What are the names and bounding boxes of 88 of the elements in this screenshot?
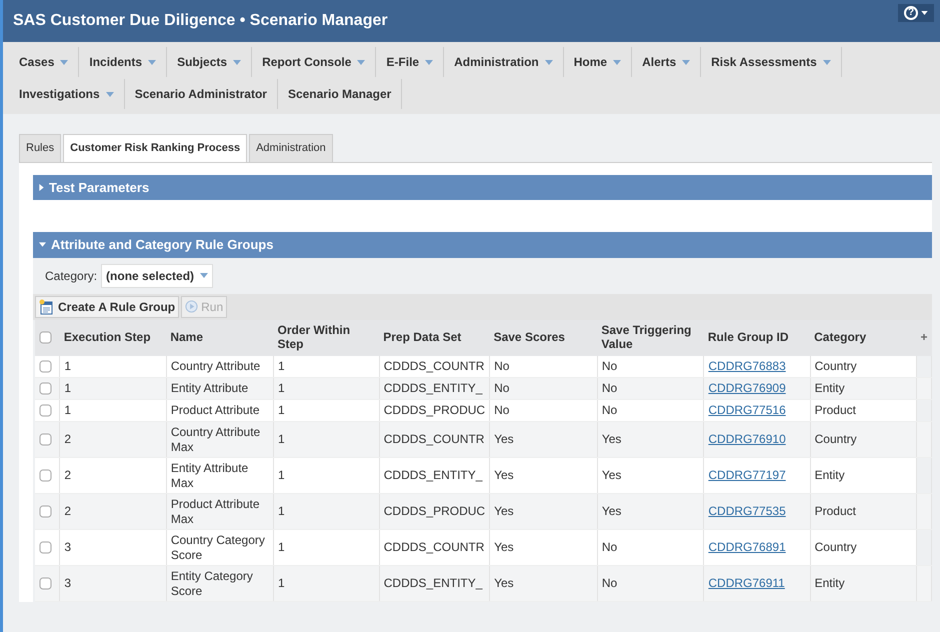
caret-icon: [233, 60, 242, 64]
table-cell: CDDDS_ENTITY_: [379, 378, 490, 400]
table-cell: Country Attribute Max: [166, 422, 274, 458]
new-document-icon: [39, 298, 55, 314]
table-cell: 2: [60, 494, 166, 530]
row-checkbox[interactable]: [39, 360, 52, 373]
table-cell: Entity Category Score: [166, 566, 274, 602]
caret-icon: [200, 273, 208, 278]
caret-icon: [425, 60, 434, 64]
column-header[interactable]: Name: [166, 320, 274, 356]
column-header[interactable]: Execution Step: [60, 320, 166, 356]
toolbar-button[interactable]: Create A Rule Group: [35, 296, 180, 318]
menu-item[interactable]: Scenario Manager: [278, 79, 402, 109]
table-cell: Yes: [490, 494, 598, 530]
column-header[interactable]: Rule Group ID: [704, 320, 810, 356]
rule-group-link[interactable]: CDDRG76891: [708, 540, 786, 554]
menu-item[interactable]: Scenario Administrator: [124, 79, 278, 109]
caret-icon: [682, 60, 690, 64]
rule-group-link[interactable]: CDDRG76883: [708, 359, 786, 374]
expanded-arrow-icon: [39, 242, 46, 248]
add-column-button[interactable]: +: [920, 330, 928, 344]
row-checkbox[interactable]: [39, 404, 52, 417]
window-title: SAS Customer Due Diligence • Scenario Manager: [13, 11, 388, 31]
menu-item[interactable]: Alerts: [632, 47, 702, 77]
row-checkbox[interactable]: [39, 469, 52, 482]
menu-item[interactable]: Incidents: [79, 47, 168, 77]
tab[interactable]: Rules: [19, 134, 62, 162]
caret-icon: [613, 60, 622, 64]
column-header[interactable]: Category: [810, 320, 916, 356]
caret-icon: [822, 60, 831, 64]
row-checkbox[interactable]: [39, 577, 52, 590]
table-cell: Country: [810, 422, 916, 458]
table-cell: No: [597, 378, 704, 400]
table-cell: CDDDS_ENTITY_: [379, 566, 490, 602]
table-cell: No: [597, 566, 704, 602]
play-icon: [185, 300, 198, 313]
table-cell: 1: [274, 566, 380, 602]
table-cell: CDDDS_PRODUC: [379, 494, 490, 530]
table-cell: 1: [274, 378, 380, 400]
table-cell: 1: [274, 494, 380, 530]
category-dropdown[interactable]: (none selected): [101, 264, 214, 288]
table-cell: Product Attribute Max: [166, 494, 274, 530]
select-all-checkbox[interactable]: [39, 331, 52, 344]
caret-icon: [921, 11, 928, 15]
caret-icon: [544, 60, 553, 64]
row-checkbox[interactable]: [39, 433, 52, 446]
menu-item[interactable]: Risk Assessments: [701, 47, 842, 77]
table-cell: Yes: [490, 566, 598, 602]
caret-icon: [60, 60, 68, 64]
menu-item[interactable]: Report Console: [252, 47, 376, 77]
rule-group-link[interactable]: CDDRG77516: [708, 403, 786, 418]
table-cell: Product: [810, 494, 916, 530]
help-menu-button[interactable]: ?: [898, 4, 934, 22]
table-cell: Entity: [810, 566, 916, 602]
table-cell: Yes: [597, 422, 704, 458]
table-cell: CDDDS_COUNTR: [379, 422, 490, 458]
table-cell: Entity Attribute: [166, 378, 274, 400]
panel-header[interactable]: Test Parameters: [33, 174, 932, 200]
menu-item[interactable]: Subjects: [167, 47, 252, 77]
menu-item[interactable]: Home: [564, 47, 632, 77]
column-header[interactable]: Order Within Step: [274, 320, 380, 356]
menu-item[interactable]: Administration: [444, 47, 564, 77]
tab[interactable]: Administration: [249, 134, 333, 162]
table-cell: 1: [274, 422, 380, 458]
collapsed-arrow-icon: [39, 184, 44, 191]
column-header[interactable]: Prep Data Set: [379, 320, 490, 356]
table-cell: No: [490, 378, 598, 400]
row-checkbox[interactable]: [39, 541, 52, 554]
row-checkbox[interactable]: [39, 505, 52, 518]
menu-item[interactable]: Cases: [9, 47, 80, 77]
table-cell: 3: [60, 566, 166, 602]
column-header[interactable]: Save Triggering Value: [597, 320, 704, 356]
table-cell: Entity: [810, 378, 916, 400]
menu-item[interactable]: E-File: [376, 47, 444, 77]
rule-group-link[interactable]: CDDRG77197: [708, 468, 786, 482]
caret-icon: [357, 60, 366, 64]
table-cell: 2: [60, 422, 166, 458]
column-header[interactable]: Save Scores: [490, 320, 598, 356]
row-checkbox[interactable]: [39, 382, 52, 395]
menu-item[interactable]: Investigations: [9, 79, 125, 109]
table-cell: Yes: [597, 494, 704, 530]
table-cell: 1: [60, 378, 166, 400]
caret-icon: [148, 60, 156, 64]
tab[interactable]: Customer Risk Ranking Process: [63, 134, 248, 162]
caret-icon: [106, 92, 114, 96]
panel-header[interactable]: Attribute and Category Rule Groups: [33, 232, 932, 258]
table-cell: Yes: [490, 422, 598, 458]
filter-label: Category:: [45, 268, 98, 284]
